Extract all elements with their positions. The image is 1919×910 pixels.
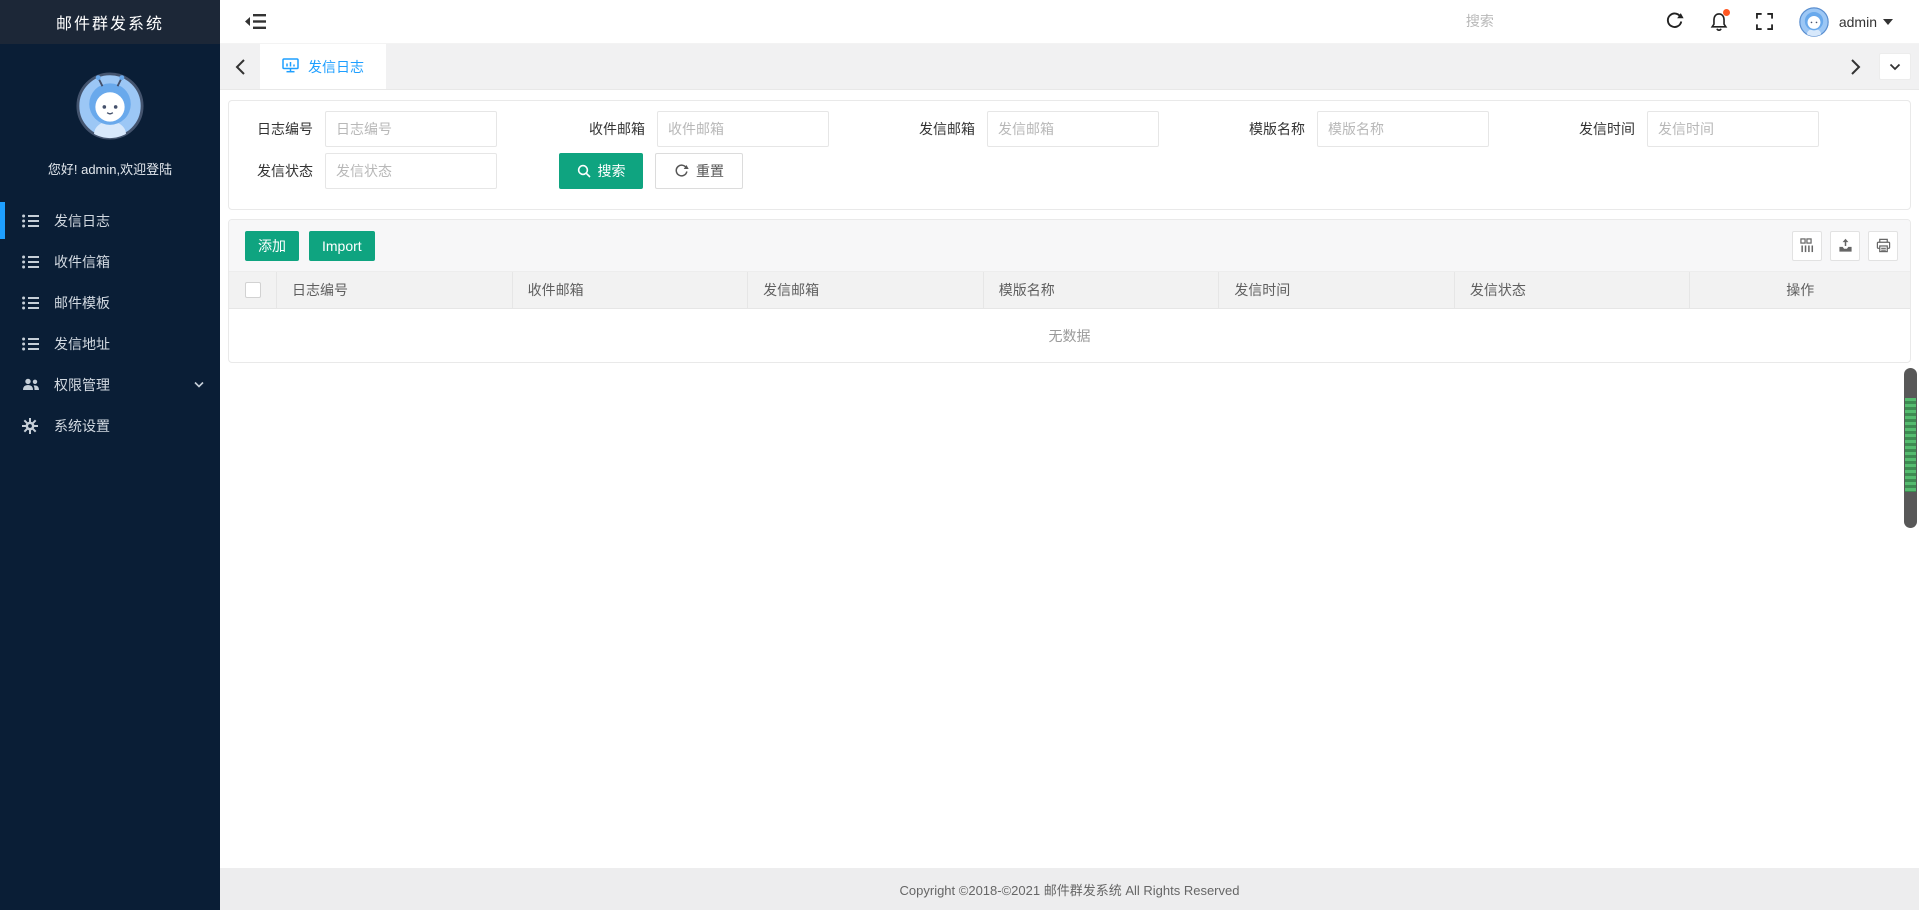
list-icon — [22, 255, 42, 269]
column-header-recipient-email[interactable]: 收件邮箱 — [513, 272, 749, 308]
table-toolbar: 添加 Import — [229, 220, 1910, 272]
search-icon — [577, 164, 591, 178]
field-template-name: 模版名称 — [1241, 111, 1489, 147]
field-label: 日志编号 — [249, 119, 313, 139]
columns-filter-button[interactable] — [1792, 231, 1822, 261]
table-header-row: 日志编号 收件邮箱 发信邮箱 模版名称 发信时间 发信状态 操作 — [229, 272, 1910, 309]
main-content: 日志编号 收件邮箱 发信邮箱 模版名称 发信时间 发信状态 — [220, 90, 1919, 868]
sidebar-item-label: 系统设置 — [54, 416, 110, 436]
field-label: 模版名称 — [1241, 119, 1305, 139]
select-all-checkbox[interactable] — [245, 282, 261, 298]
tabbar-right — [1835, 44, 1919, 89]
recipient-email-input[interactable] — [657, 111, 829, 147]
field-send-status: 发信状态 — [249, 153, 497, 189]
sidebar-item-permissions[interactable]: 权限管理 — [0, 364, 220, 405]
profile-block: 您好! admin,欢迎登陆 — [0, 44, 220, 178]
field-label: 发信状态 — [249, 161, 313, 181]
footer: Copyright ©2018-©2021 邮件群发系统 All Rights … — [220, 868, 1919, 910]
list-icon — [22, 337, 42, 351]
search-button[interactable]: 搜索 — [559, 153, 643, 189]
column-header-send-status[interactable]: 发信状态 — [1455, 272, 1691, 308]
export-button[interactable] — [1830, 231, 1860, 261]
sidebar-item-send-address[interactable]: 权限管理 发信地址 — [0, 323, 220, 364]
field-log-id: 日志编号 — [249, 111, 497, 147]
tab-scroll-right-icon[interactable] — [1835, 58, 1875, 76]
sidebar-toggle-icon[interactable] — [244, 13, 266, 30]
sidebar-item-inbox[interactable]: 收件信箱 — [0, 241, 220, 282]
sidebar-item-label: 邮件模板 — [54, 293, 110, 313]
sidebar-item-send-log[interactable]: 发信日志 — [0, 200, 220, 241]
search-form-card: 日志编号 收件邮箱 发信邮箱 模版名称 发信时间 发信状态 — [228, 100, 1911, 210]
avatar — [76, 72, 144, 140]
chevron-down-icon — [194, 381, 204, 388]
reset-icon — [674, 164, 689, 179]
import-button[interactable]: Import — [309, 231, 375, 261]
sidebar-item-label: 收件信箱 — [54, 252, 110, 272]
sidebar: 邮件群发系统 您好! admin,欢迎登陆 — [0, 0, 220, 910]
column-header-sender-email[interactable]: 发信邮箱 — [748, 272, 984, 308]
user-menu[interactable]: admin — [1799, 7, 1893, 37]
data-table-card: 添加 Import 日志编号 — [228, 219, 1911, 363]
tab-scroll-left-icon[interactable] — [220, 44, 260, 89]
list-icon — [22, 214, 42, 228]
bell-icon[interactable] — [1697, 0, 1742, 44]
reset-button[interactable]: 重置 — [655, 153, 743, 189]
copyright-text: Copyright ©2018-©2021 邮件群发系统 All Rights … — [900, 880, 1240, 899]
field-send-time: 发信时间 — [1571, 111, 1819, 147]
sender-email-input[interactable] — [987, 111, 1159, 147]
log-id-input[interactable] — [325, 111, 497, 147]
column-header-send-time[interactable]: 发信时间 — [1219, 272, 1455, 308]
tab-send-log[interactable]: 发信日志 — [260, 44, 386, 89]
table-tools — [1792, 231, 1898, 261]
column-header-actions[interactable]: 操作 — [1690, 272, 1910, 308]
sidebar-item-label: 权限管理 — [54, 375, 110, 395]
username: admin — [1839, 14, 1877, 30]
field-label: 发信邮箱 — [911, 119, 975, 139]
table-header-checkbox-cell — [229, 272, 277, 308]
topbar-right: admin — [1466, 0, 1919, 44]
gear-icon — [22, 418, 42, 434]
print-button[interactable] — [1868, 231, 1898, 261]
app-title: 邮件群发系统 — [0, 0, 220, 44]
scrollbar-stripes — [1905, 398, 1916, 492]
sidebar-item-settings[interactable]: 系统设置 — [0, 405, 220, 446]
global-search[interactable] — [1466, 13, 1626, 31]
list-icon — [22, 296, 42, 310]
notification-dot — [1723, 9, 1730, 16]
template-name-input[interactable] — [1317, 111, 1489, 147]
column-header-log-id[interactable]: 日志编号 — [277, 272, 513, 308]
search-input[interactable] — [1466, 13, 1626, 29]
field-recipient-email: 收件邮箱 — [581, 111, 829, 147]
tabbar: 发信日志 — [220, 44, 1919, 90]
field-sender-email: 发信邮箱 — [911, 111, 1159, 147]
refresh-icon[interactable] — [1652, 0, 1697, 44]
app-window: 邮件群发系统 您好! admin,欢迎登陆 — [0, 0, 1919, 910]
search-button-label: 搜索 — [598, 161, 626, 181]
user-avatar — [1799, 7, 1829, 37]
field-label: 收件邮箱 — [581, 119, 645, 139]
column-header-template-name[interactable]: 模版名称 — [984, 272, 1220, 308]
tab-label: 发信日志 — [308, 57, 364, 77]
sidebar-menu: 发信日志 收件信箱 邮件模板 权限管理 发信地址 — [0, 200, 220, 446]
tab-actions-dropdown[interactable] — [1879, 53, 1911, 80]
welcome-text: 您好! admin,欢迎登陆 — [0, 159, 220, 178]
send-time-input[interactable] — [1647, 111, 1819, 147]
sidebar-item-label: 发信地址 — [54, 334, 110, 354]
fullscreen-icon[interactable] — [1742, 0, 1787, 44]
topbar: admin — [220, 0, 1919, 44]
sidebar-item-label: 发信日志 — [54, 211, 110, 231]
send-status-input[interactable] — [325, 153, 497, 189]
add-button[interactable]: 添加 — [245, 231, 299, 261]
reset-button-label: 重置 — [696, 161, 724, 181]
scrollbar-thumb[interactable] — [1904, 368, 1917, 528]
empty-state-text: 无数据 — [229, 309, 1910, 363]
sidebar-item-templates[interactable]: 邮件模板 — [0, 282, 220, 323]
users-icon — [22, 378, 42, 392]
monitor-icon — [282, 58, 299, 76]
field-label: 发信时间 — [1571, 119, 1635, 139]
caret-down-icon — [1883, 19, 1893, 25]
